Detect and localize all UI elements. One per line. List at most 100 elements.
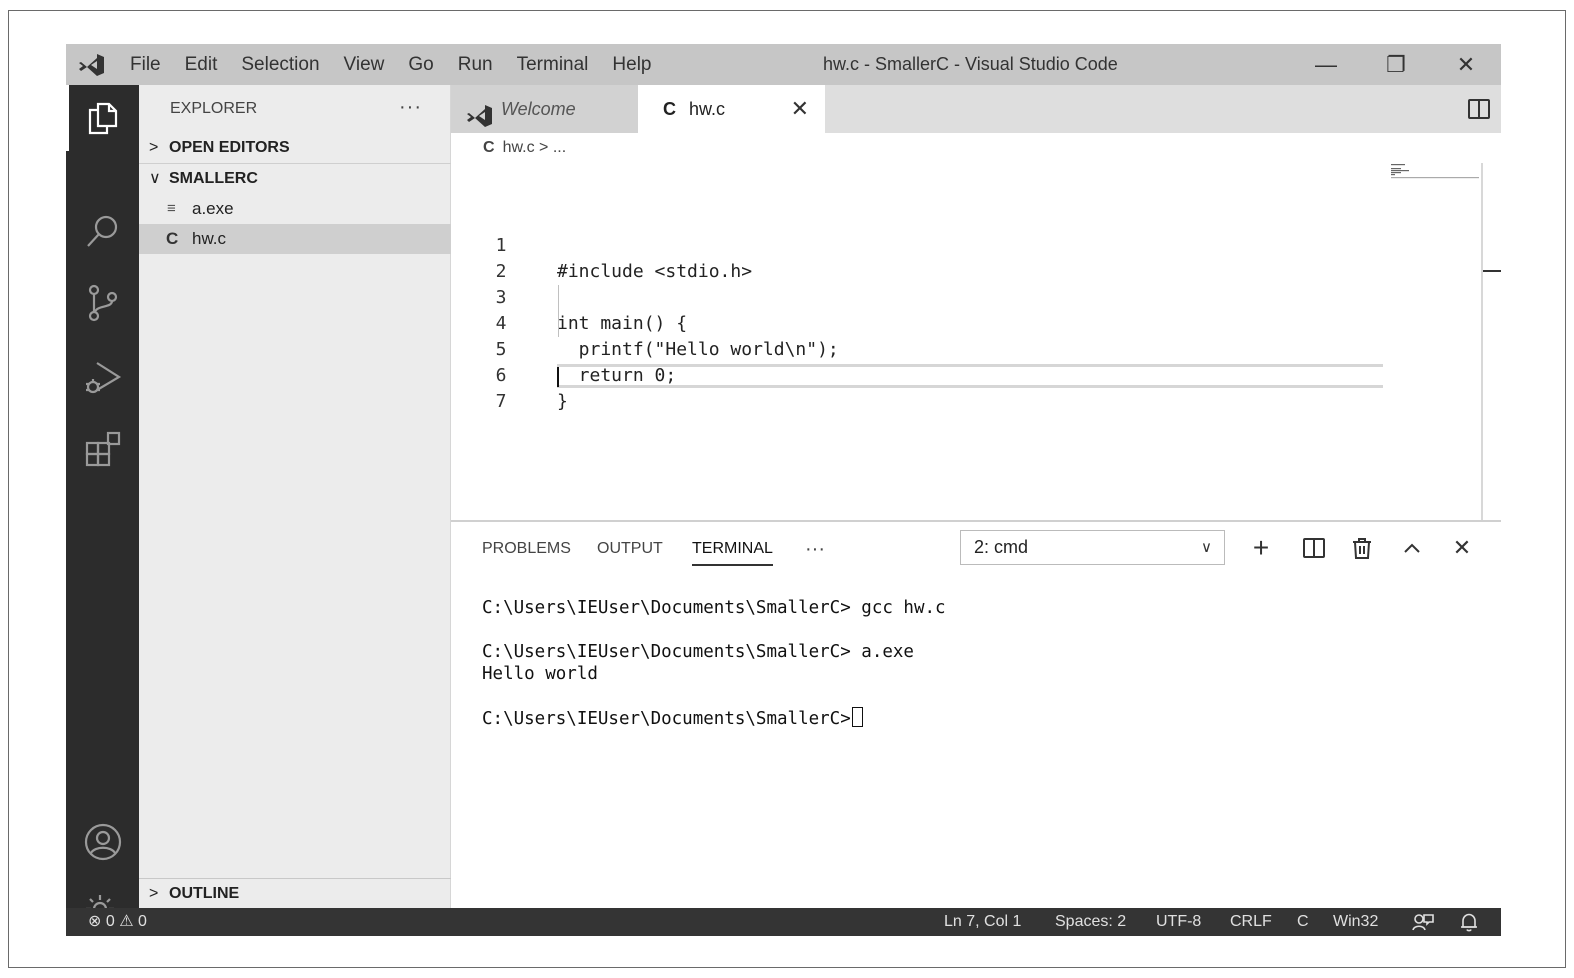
code-editor[interactable]: Chw.c > ... 1 #include <stdio.h> 2 3 int… xyxy=(451,133,1501,520)
code-line: 3 int main() { xyxy=(451,259,687,334)
tab-hw-c[interactable]: C hw.c ✕ xyxy=(638,85,825,133)
code-text: } xyxy=(557,391,568,412)
maximize-panel-icon[interactable] xyxy=(1394,530,1430,566)
menu-terminal[interactable]: Terminal xyxy=(505,44,601,85)
close-window-button[interactable]: ✕ xyxy=(1431,44,1501,85)
editor-scrollbar[interactable] xyxy=(1481,163,1483,520)
vscode-logo-icon xyxy=(66,44,118,85)
code-line: 4 printf("Hello world\n"); xyxy=(451,285,839,360)
menu-bar: File Edit Selection View Go Run Terminal… xyxy=(118,44,664,85)
menu-view[interactable]: View xyxy=(332,44,397,85)
c-file-icon: C xyxy=(166,229,179,248)
open-editors-section[interactable]: > OPEN EDITORS xyxy=(139,133,451,163)
folder-label: SMALLERC xyxy=(169,170,258,187)
outline-label: OUTLINE xyxy=(169,885,240,902)
status-bar: ⊗ 0 ⚠ 0 Ln 7, Col 1 Spaces: 2 UTF-8 CRLF… xyxy=(66,908,1501,936)
accounts-icon[interactable] xyxy=(66,812,139,872)
menu-help[interactable]: Help xyxy=(600,44,663,85)
outline-section[interactable]: > OUTLINE xyxy=(139,879,451,909)
line-number: 7 xyxy=(495,391,507,412)
breadcrumb[interactable]: Chw.c > ... xyxy=(483,136,566,160)
terminal-select[interactable]: 2: cmd ∨ xyxy=(960,530,1225,565)
open-editors-label: OPEN EDITORS xyxy=(169,139,290,156)
c-file-icon: C xyxy=(483,139,495,156)
file-item-a-exe[interactable]: ≡ a.exe xyxy=(139,194,451,224)
cursor-position[interactable]: Ln 7, Col 1 xyxy=(944,908,1021,936)
explorer-more-button[interactable]: ··· xyxy=(399,85,422,133)
vscode-window: File Edit Selection View Go Run Terminal… xyxy=(66,44,1501,936)
errors-count: ⊗ 0 xyxy=(88,913,115,930)
text-cursor xyxy=(557,367,559,387)
indentation-status[interactable]: Spaces: 2 xyxy=(1055,908,1126,936)
bottom-panel: PROBLEMS OUTPUT TERMINAL ··· 2: cmd ∨ + xyxy=(451,520,1501,908)
platform-status[interactable]: Win32 xyxy=(1333,908,1378,936)
code-line: 7 xyxy=(451,363,516,412)
editor-tab-bar: Welcome C hw.c ✕ ··· xyxy=(451,85,1501,133)
code-line: 2 xyxy=(451,233,516,282)
chevron-right-icon: > xyxy=(149,885,159,902)
file-lines-icon: ≡ xyxy=(167,200,176,217)
c-file-icon: C xyxy=(663,99,676,119)
source-control-icon[interactable] xyxy=(66,273,139,333)
feedback-icon[interactable] xyxy=(1412,913,1434,936)
tab-problems[interactable]: PROBLEMS xyxy=(482,534,571,566)
close-panel-button[interactable]: ✕ xyxy=(1444,530,1480,566)
tab-hw-c-label: hw.c xyxy=(689,99,726,119)
tab-welcome-label: Welcome xyxy=(501,99,576,119)
code-text: printf("Hello world\n"); xyxy=(557,339,839,360)
terminal-line: C:\Users\IEUser\Documents\SmallerC> a.ex… xyxy=(482,642,914,662)
tab-terminal[interactable]: TERMINAL xyxy=(692,534,773,566)
minimap[interactable] xyxy=(1391,163,1481,181)
extensions-icon[interactable] xyxy=(66,419,139,479)
terminal-prompt: C:\Users\IEUser\Documents\SmallerC> xyxy=(482,709,851,729)
eol-status[interactable]: CRLF xyxy=(1230,908,1272,936)
menu-file[interactable]: File xyxy=(118,44,173,85)
overview-ruler-cursor xyxy=(1483,270,1501,272)
terminal-prompt-line[interactable]: C:\Users\IEUser\Documents\SmallerC> xyxy=(482,707,863,730)
trash-icon[interactable] xyxy=(1344,530,1380,566)
split-editor-icon[interactable] xyxy=(1468,85,1490,133)
run-debug-icon[interactable] xyxy=(66,347,139,407)
panel-more-button[interactable]: ··· xyxy=(805,534,825,566)
minimize-button[interactable]: — xyxy=(1291,44,1361,85)
code-line: 1 #include <stdio.h> xyxy=(451,207,753,282)
chevron-down-icon: ∨ xyxy=(1201,539,1212,556)
problems-status[interactable]: ⊗ 0 ⚠ 0 xyxy=(88,908,147,936)
file-label: a.exe xyxy=(192,199,234,218)
explorer-title: EXPLORER xyxy=(170,100,258,117)
explorer-icon[interactable] xyxy=(66,88,139,148)
chevron-down-icon: ∨ xyxy=(149,170,161,187)
code-text: #include <stdio.h> xyxy=(557,261,753,282)
file-item-hw-c[interactable]: C hw.c xyxy=(139,224,451,254)
menu-edit[interactable]: Edit xyxy=(173,44,230,85)
search-icon[interactable] xyxy=(66,201,139,261)
menu-selection[interactable]: Selection xyxy=(229,44,331,85)
activity-bar: 1 xyxy=(66,85,139,929)
encoding-status[interactable]: UTF-8 xyxy=(1156,908,1201,936)
window-title: hw.c - SmallerC - Visual Studio Code xyxy=(823,54,1118,74)
file-label: hw.c xyxy=(192,229,227,248)
smallerc-folder-section[interactable]: ∨ SMALLERC xyxy=(139,164,451,194)
tab-welcome[interactable]: Welcome xyxy=(451,85,638,133)
restore-button[interactable]: ❐ xyxy=(1361,44,1431,85)
terminal-line: Hello world xyxy=(482,664,598,684)
menu-go[interactable]: Go xyxy=(396,44,445,85)
code-text: int main() { xyxy=(557,313,688,334)
terminal-line: C:\Users\IEUser\Documents\SmallerC> gcc … xyxy=(482,598,946,618)
tab-output[interactable]: OUTPUT xyxy=(597,534,663,566)
chevron-right-icon: > xyxy=(149,139,159,156)
new-terminal-button[interactable]: + xyxy=(1243,530,1279,566)
close-tab-icon[interactable]: ✕ xyxy=(791,85,809,133)
indent-guide xyxy=(558,285,559,337)
code-line: 6 } xyxy=(451,337,568,412)
warnings-count: ⚠ 0 xyxy=(119,913,147,930)
current-line-highlight xyxy=(557,364,1383,388)
split-terminal-icon[interactable] xyxy=(1296,530,1332,566)
code-line: 5 return 0; xyxy=(451,311,677,386)
notifications-bell-icon[interactable] xyxy=(1460,913,1478,936)
menu-run[interactable]: Run xyxy=(446,44,505,85)
terminal-select-value: 2: cmd xyxy=(974,537,1029,557)
terminal-cursor xyxy=(851,707,863,727)
language-status[interactable]: C xyxy=(1297,908,1309,936)
title-bar: File Edit Selection View Go Run Terminal… xyxy=(66,44,1501,85)
